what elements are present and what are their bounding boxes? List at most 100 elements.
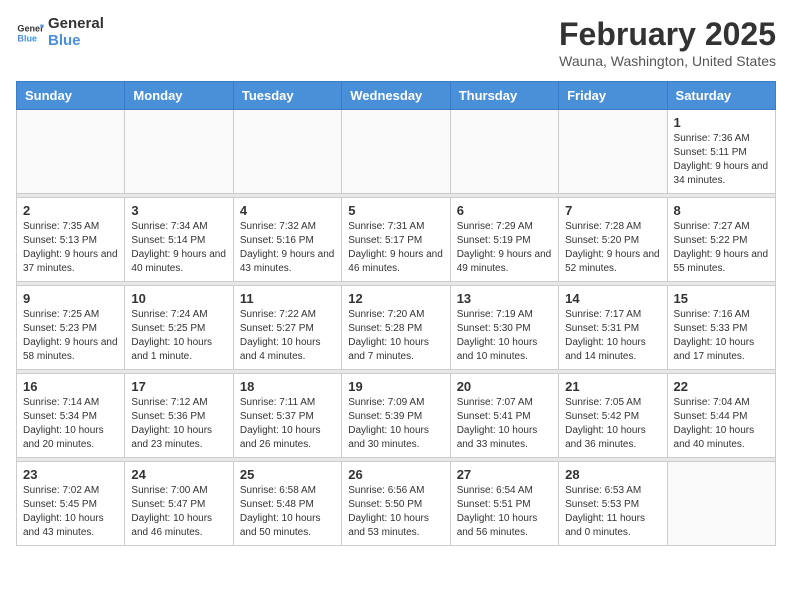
calendar-cell: 17 Sunrise: 7:12 AM Sunset: 5:36 PM Dayli… (125, 374, 233, 458)
day-info: Sunrise: 7:17 AM Sunset: 5:31 PM Dayligh… (565, 308, 660, 364)
day-number: 26 (348, 467, 443, 482)
weekday-header-thursday: Thursday (450, 82, 558, 110)
calendar-cell: 10 Sunrise: 7:24 AM Sunset: 5:25 PM Dayli… (125, 286, 233, 370)
day-number: 3 (131, 203, 226, 218)
day-number: 27 (457, 467, 552, 482)
day-number: 13 (457, 291, 552, 306)
calendar-cell (342, 110, 450, 194)
calendar-cell: 2 Sunrise: 7:35 AM Sunset: 5:13 PM Daylig… (17, 198, 125, 282)
calendar-cell: 26Sunrise: 6:56 AM Sunset: 5:50 PM Dayli… (342, 462, 450, 546)
calendar-week-1: 1 Sunrise: 7:36 AM Sunset: 5:11 PM Daylig… (17, 110, 776, 194)
calendar-cell: 1 Sunrise: 7:36 AM Sunset: 5:11 PM Daylig… (667, 110, 775, 194)
weekday-header-friday: Friday (559, 82, 667, 110)
day-number: 10 (131, 291, 226, 306)
calendar-cell: 3 Sunrise: 7:34 AM Sunset: 5:14 PM Daylig… (125, 198, 233, 282)
day-info: Sunrise: 7:36 AM Sunset: 5:11 PM Dayligh… (674, 132, 769, 188)
calendar-cell: 24 Sunrise: 7:00 AM Sunset: 5:47 PM Dayli… (125, 462, 233, 546)
logo-icon: General Blue (16, 19, 44, 47)
calendar-cell: 23 Sunrise: 7:02 AM Sunset: 5:45 PM Dayli… (17, 462, 125, 546)
day-info: Sunrise: 7:02 AM Sunset: 5:45 PM Dayligh… (23, 484, 118, 540)
day-number: 5 (348, 203, 443, 218)
day-number: 4 (240, 203, 335, 218)
weekday-header-saturday: Saturday (667, 82, 775, 110)
day-number: 24 (131, 467, 226, 482)
calendar-week-3: 9Sunrise: 7:25 AM Sunset: 5:23 PM Daylig… (17, 286, 776, 370)
calendar-cell (450, 110, 558, 194)
svg-text:Blue: Blue (17, 33, 37, 43)
svg-text:General: General (17, 23, 44, 33)
day-number: 23 (23, 467, 118, 482)
day-number: 9 (23, 291, 118, 306)
logo-general: General (48, 16, 104, 33)
day-number: 8 (674, 203, 769, 218)
day-info: Sunrise: 7:27 AM Sunset: 5:22 PM Dayligh… (674, 220, 769, 276)
weekday-header-monday: Monday (125, 82, 233, 110)
day-info: Sunrise: 7:31 AM Sunset: 5:17 PM Dayligh… (348, 220, 443, 276)
calendar-cell: 8 Sunrise: 7:27 AM Sunset: 5:22 PM Daylig… (667, 198, 775, 282)
day-info: Sunrise: 6:58 AM Sunset: 5:48 PM Dayligh… (240, 484, 335, 540)
calendar-cell: 4 Sunrise: 7:32 AM Sunset: 5:16 PM Daylig… (233, 198, 341, 282)
calendar-cell: 16 Sunrise: 7:14 AM Sunset: 5:34 PM Dayli… (17, 374, 125, 458)
calendar-cell: 25 Sunrise: 6:58 AM Sunset: 5:48 PM Dayli… (233, 462, 341, 546)
day-number: 15 (674, 291, 769, 306)
day-number: 16 (23, 379, 118, 394)
calendar-table: SundayMondayTuesdayWednesdayThursdayFrid… (16, 81, 776, 546)
day-info: Sunrise: 7:20 AM Sunset: 5:28 PM Dayligh… (348, 308, 443, 364)
calendar-week-2: 2 Sunrise: 7:35 AM Sunset: 5:13 PM Daylig… (17, 198, 776, 282)
calendar-cell (559, 110, 667, 194)
day-info: Sunrise: 7:09 AM Sunset: 5:39 PM Dayligh… (348, 396, 443, 452)
day-info: Sunrise: 7:14 AM Sunset: 5:34 PM Dayligh… (23, 396, 118, 452)
calendar-cell: 19 Sunrise: 7:09 AM Sunset: 5:39 PM Dayli… (342, 374, 450, 458)
day-info: Sunrise: 6:53 AM Sunset: 5:53 PM Dayligh… (565, 484, 660, 540)
day-number: 28 (565, 467, 660, 482)
day-info: Sunrise: 7:24 AM Sunset: 5:25 PM Dayligh… (131, 308, 226, 364)
calendar-cell (667, 462, 775, 546)
weekday-header-wednesday: Wednesday (342, 82, 450, 110)
day-info: Sunrise: 7:19 AM Sunset: 5:30 PM Dayligh… (457, 308, 552, 364)
calendar-cell: 9Sunrise: 7:25 AM Sunset: 5:23 PM Daylig… (17, 286, 125, 370)
day-info: Sunrise: 7:29 AM Sunset: 5:19 PM Dayligh… (457, 220, 552, 276)
calendar-cell: 15 Sunrise: 7:16 AM Sunset: 5:33 PM Dayli… (667, 286, 775, 370)
day-number: 1 (674, 115, 769, 130)
calendar-week-4: 16 Sunrise: 7:14 AM Sunset: 5:34 PM Dayli… (17, 374, 776, 458)
location-subtitle: Wauna, Washington, United States (559, 53, 776, 69)
weekday-header-tuesday: Tuesday (233, 82, 341, 110)
day-number: 11 (240, 291, 335, 306)
calendar-cell (17, 110, 125, 194)
day-number: 18 (240, 379, 335, 394)
day-info: Sunrise: 6:54 AM Sunset: 5:51 PM Dayligh… (457, 484, 552, 540)
day-info: Sunrise: 7:22 AM Sunset: 5:27 PM Dayligh… (240, 308, 335, 364)
calendar-cell: 27 Sunrise: 6:54 AM Sunset: 5:51 PM Dayli… (450, 462, 558, 546)
day-number: 2 (23, 203, 118, 218)
calendar-cell: 11 Sunrise: 7:22 AM Sunset: 5:27 PM Dayli… (233, 286, 341, 370)
day-number: 12 (348, 291, 443, 306)
calendar-cell: 12 Sunrise: 7:20 AM Sunset: 5:28 PM Dayli… (342, 286, 450, 370)
day-info: Sunrise: 7:00 AM Sunset: 5:47 PM Dayligh… (131, 484, 226, 540)
calendar-cell (125, 110, 233, 194)
day-number: 14 (565, 291, 660, 306)
calendar-cell: 5 Sunrise: 7:31 AM Sunset: 5:17 PM Daylig… (342, 198, 450, 282)
day-info: Sunrise: 7:35 AM Sunset: 5:13 PM Dayligh… (23, 220, 118, 276)
day-info: Sunrise: 7:04 AM Sunset: 5:44 PM Dayligh… (674, 396, 769, 452)
calendar-cell: 20Sunrise: 7:07 AM Sunset: 5:41 PM Dayli… (450, 374, 558, 458)
day-number: 7 (565, 203, 660, 218)
month-year-title: February 2025 (559, 16, 776, 53)
weekday-header-sunday: Sunday (17, 82, 125, 110)
day-info: Sunrise: 7:32 AM Sunset: 5:16 PM Dayligh… (240, 220, 335, 276)
calendar-cell: 18 Sunrise: 7:11 AM Sunset: 5:37 PM Dayli… (233, 374, 341, 458)
day-info: Sunrise: 7:16 AM Sunset: 5:33 PM Dayligh… (674, 308, 769, 364)
day-info: Sunrise: 7:34 AM Sunset: 5:14 PM Dayligh… (131, 220, 226, 276)
day-info: Sunrise: 7:07 AM Sunset: 5:41 PM Dayligh… (457, 396, 552, 452)
day-info: Sunrise: 7:05 AM Sunset: 5:42 PM Dayligh… (565, 396, 660, 452)
calendar-header-row: SundayMondayTuesdayWednesdayThursdayFrid… (17, 82, 776, 110)
day-number: 19 (348, 379, 443, 394)
day-number: 22 (674, 379, 769, 394)
title-block: February 2025 Wauna, Washington, United … (559, 16, 776, 69)
day-info: Sunrise: 7:12 AM Sunset: 5:36 PM Dayligh… (131, 396, 226, 452)
day-number: 25 (240, 467, 335, 482)
day-number: 6 (457, 203, 552, 218)
calendar-cell (233, 110, 341, 194)
day-number: 17 (131, 379, 226, 394)
logo: General Blue General Blue (16, 16, 104, 49)
day-info: Sunrise: 7:11 AM Sunset: 5:37 PM Dayligh… (240, 396, 335, 452)
